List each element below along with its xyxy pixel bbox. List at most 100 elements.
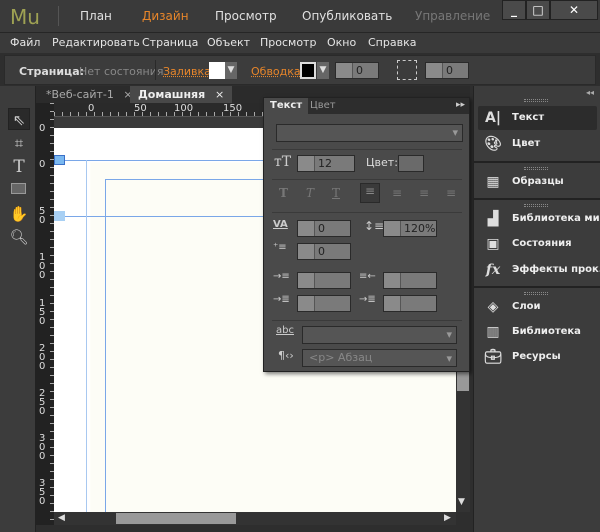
close-tab-icon[interactable]: × [215, 88, 224, 101]
doc-tab-website[interactable]: *Веб-сайт-1 × [38, 86, 141, 103]
vertical-ruler: 0 0 50 100 150 200 250 300 350 [36, 103, 54, 525]
minimize-button[interactable]: _ [502, 0, 526, 20]
text-color-label: Цвет: [366, 156, 398, 169]
tracking-stepper[interactable]: 0 [297, 220, 351, 237]
tab-manage[interactable]: Управление [415, 9, 490, 23]
italic-icon[interactable]: T [306, 186, 314, 200]
space-before-stepper[interactable] [297, 295, 351, 312]
panel-item-assets[interactable]: 💼︎ Ресурсы [478, 345, 597, 369]
app-logo: Mu [10, 5, 40, 29]
bold-icon[interactable]: T [279, 186, 288, 200]
palette-icon: 🎨︎ [484, 136, 502, 152]
indent-stepper[interactable]: 0 [297, 243, 351, 260]
text-tool-icon[interactable]: T [8, 156, 30, 178]
tab-text[interactable]: Текст [264, 98, 309, 114]
ruler-label: 0 [39, 123, 46, 134]
corner-radius-stepper[interactable]: 0 [425, 62, 469, 79]
space-after-stepper[interactable] [383, 295, 437, 312]
hand-tool-icon[interactable]: ✋ [8, 203, 30, 225]
scrollbar-thumb[interactable] [457, 369, 469, 391]
menu-file[interactable]: Файл [10, 36, 40, 49]
tools-panel: ⇖ ⌗ T ✋ 🔍︎ [0, 86, 36, 532]
panel-item-widgets-library[interactable]: ▟Библиотека ми... [478, 207, 600, 231]
menu-help[interactable]: Справка [368, 36, 416, 49]
dock-collapse-icon[interactable]: ◂◂ [586, 88, 594, 97]
page-state[interactable]: Нет состояния [79, 65, 163, 78]
fill-dropdown-icon[interactable]: ▼ [225, 62, 237, 79]
tab-preview[interactable]: Просмотр [215, 9, 277, 23]
selection-tool-icon[interactable]: ⇖ [8, 108, 30, 130]
font-family-dropdown[interactable] [276, 124, 463, 142]
horizontal-scrollbar[interactable]: ◀ ▶ [54, 512, 456, 525]
rectangle-tool-icon[interactable] [8, 178, 30, 200]
panel-item-states[interactable]: ▣ Состояния [478, 232, 597, 256]
align-justify-icon[interactable]: ≡ [446, 186, 456, 200]
tab-color[interactable]: Цвет [304, 98, 342, 114]
ruler-label: 250 [39, 388, 46, 417]
menu-bar: Файл Редактировать Страница Объект Просм… [0, 33, 600, 53]
tab-design[interactable]: Дизайн [142, 9, 189, 23]
align-center-icon[interactable]: ≡ [392, 186, 402, 200]
leading-icon: ↕≡ [364, 219, 385, 233]
first-line-indent-icon: ⁺≡ [273, 242, 287, 253]
maximize-button[interactable]: □ [526, 0, 550, 20]
tab-plan[interactable]: План [80, 9, 112, 23]
underline-icon[interactable]: T [332, 186, 340, 200]
font-size-icon: ᴛT [274, 154, 292, 170]
stroke-color-swatch[interactable] [300, 62, 316, 79]
text-color-picker[interactable] [398, 155, 424, 172]
left-indent-icon: →≡ [273, 271, 290, 282]
panel-item-text[interactable]: A| Текст [478, 106, 597, 130]
close-button[interactable]: ✕ [550, 0, 598, 20]
menu-object[interactable]: Объект [207, 36, 250, 49]
leading-stepper[interactable]: 120% [383, 220, 437, 237]
scroll-right-icon[interactable]: ▶ [444, 513, 451, 523]
stroke-label[interactable]: Обводка: [251, 65, 304, 78]
menu-window[interactable]: Окно [327, 36, 356, 49]
ruler-label: 300 [39, 433, 46, 462]
ruler-label: 0 [39, 159, 46, 170]
ruler-label: 200 [39, 343, 46, 372]
space-before-icon: →≣ [273, 294, 290, 305]
scrollbar-thumb[interactable] [116, 513, 236, 524]
menu-view[interactable]: Просмотр [260, 36, 316, 49]
left-indent-stepper[interactable] [297, 272, 351, 289]
control-bar: Страница: Нет состояния Заливка: ▼ Обвод… [4, 55, 596, 85]
panel-item-color[interactable]: 🎨︎ Цвет [478, 132, 597, 156]
stroke-dropdown-icon[interactable]: ▼ [317, 62, 329, 79]
zoom-tool-icon[interactable]: 🔍︎ [8, 226, 30, 248]
panel-collapse-icon[interactable]: ▸▸ [456, 100, 465, 110]
panel-item-layers[interactable]: ◈ Слои [478, 295, 597, 319]
align-right-icon[interactable]: ≡ [419, 186, 429, 200]
link-style-dropdown[interactable] [302, 326, 457, 344]
scroll-left-icon[interactable]: ◀ [58, 513, 65, 523]
menu-edit[interactable]: Редактировать [52, 36, 140, 49]
link-style-icon: abc [276, 325, 294, 336]
doc-tab-label: *Веб-сайт-1 [46, 88, 114, 101]
scroll-down-icon[interactable]: ▼ [458, 497, 465, 507]
font-size-stepper[interactable]: 12 [297, 155, 355, 172]
fill-label[interactable]: Заливка: [163, 65, 215, 78]
panel-item-swatches[interactable]: ▦ Образцы [478, 170, 597, 194]
fx-icon: fx [485, 262, 501, 278]
stroke-width-stepper[interactable]: 0 [335, 62, 379, 79]
tab-publish[interactable]: Опубликовать [302, 9, 392, 23]
panel-item-library[interactable]: ▥ Библиотека [478, 320, 597, 344]
guide-handle[interactable] [54, 211, 65, 221]
crop-tool-icon[interactable]: ⌗ [8, 132, 30, 154]
text-icon: A| [485, 110, 501, 126]
fill-color-swatch[interactable] [209, 62, 225, 79]
align-left-icon[interactable]: ≡ [360, 183, 380, 203]
right-indent-stepper[interactable] [383, 272, 437, 289]
states-icon: ▣ [486, 236, 500, 252]
panels-dock: ◂◂ A| Текст 🎨︎ Цвет ▦ Образцы ▟ Библиотека м… [473, 86, 600, 532]
page-label: Страница: [19, 65, 85, 78]
menu-page[interactable]: Страница [142, 36, 198, 49]
library-icon: ▥ [486, 324, 500, 340]
guide-handle[interactable] [54, 155, 65, 165]
panel-item-scroll-effects[interactable]: fxЭффекты прок... [478, 258, 600, 282]
doc-tab-home[interactable]: Домашняя × [130, 86, 233, 103]
paragraph-style-dropdown[interactable]: <p> Абзац [302, 349, 457, 367]
page-edge-guide [86, 160, 87, 512]
ruler-label: 100 [39, 252, 46, 281]
